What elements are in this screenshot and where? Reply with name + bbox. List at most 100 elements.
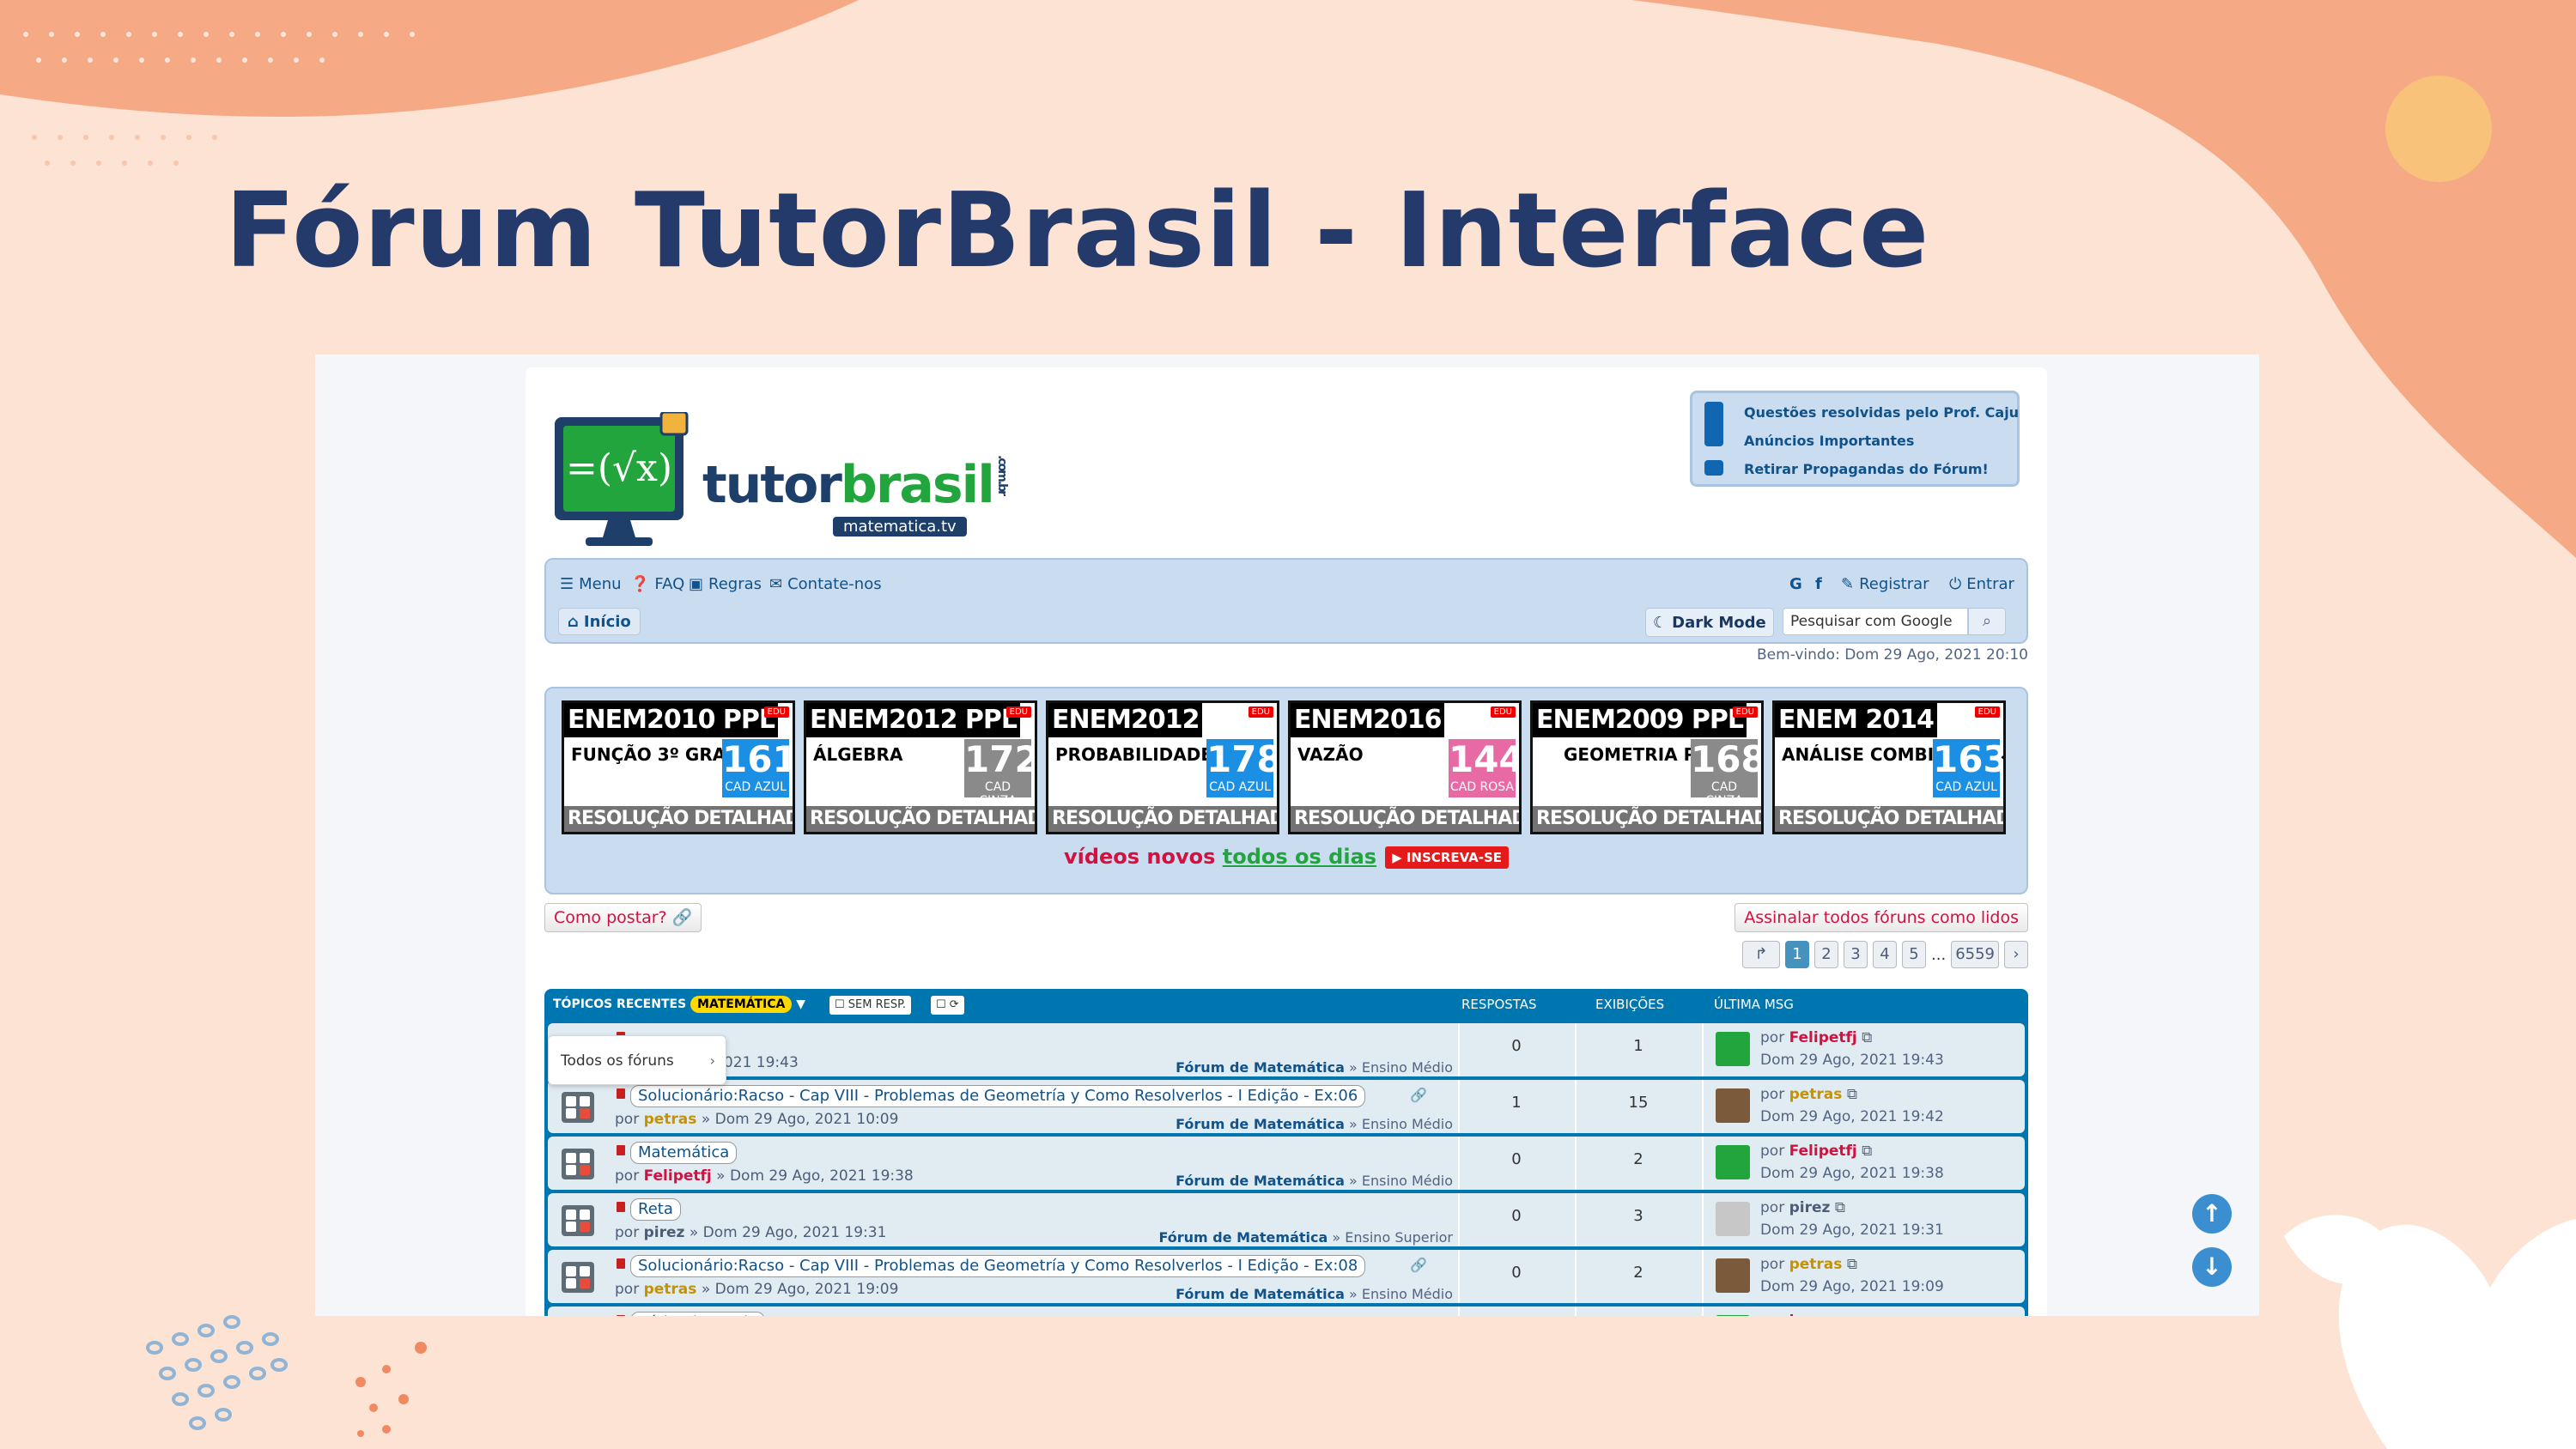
forum-link[interactable]: Fórum de Matemática xyxy=(1176,1059,1345,1076)
logo-tag: matematica.tv xyxy=(833,517,967,537)
logo-word-brasil: brasil xyxy=(840,455,995,515)
forum-link[interactable]: Fórum de Matemática xyxy=(1176,1116,1345,1132)
topic-title-link[interactable]: Solucionário:Racso - Cap VIII - Problema… xyxy=(630,1085,1366,1107)
forum-link[interactable]: Fórum de Matemática xyxy=(1176,1173,1345,1189)
topic-title-link[interactable]: Matemática xyxy=(630,1142,738,1164)
facebook-login-icon[interactable]: f xyxy=(1815,575,1822,593)
view-latest-icon[interactable]: ⧉ xyxy=(1835,1199,1845,1216)
last-post-prefix: por xyxy=(1760,1199,1785,1216)
topic-row[interactable]: Solucionário:Racso - Cap VIII - Problema… xyxy=(548,1080,2025,1133)
topic-type-icon xyxy=(617,1202,625,1212)
last-post-date: Dom 29 Ago, 2021 19:09 xyxy=(1760,1278,1944,1295)
topic-row[interactable]: Matemática por Felipetfj » Dom 29 Ago, 20… xyxy=(548,1137,2025,1190)
next-page-button[interactable]: › xyxy=(2004,941,2028,968)
view-latest-icon[interactable]: ⧉ xyxy=(1847,1086,1857,1103)
videos-tagline[interactable]: vídeos novos todos os dias ▶ INSCREVA-SE xyxy=(546,845,2026,869)
refresh-toggle[interactable]: ☐ ⟳ xyxy=(931,996,964,1015)
last-post-author-link[interactable]: Felipetfj xyxy=(1789,1143,1857,1160)
topic-author-link[interactable]: Felipetfj xyxy=(644,1167,712,1185)
last-post-author-link[interactable]: petras xyxy=(1789,1086,1843,1103)
thumbnail-number: 161 CAD AZUL xyxy=(722,739,793,797)
avatar[interactable] xyxy=(1716,1145,1750,1179)
register-label: Registrar xyxy=(1859,575,1929,593)
topic-author-link[interactable]: pirez xyxy=(644,1224,685,1241)
mark-read-button[interactable]: Assinalar todos fóruns como lidos xyxy=(1735,903,2028,932)
thumbnail-caderno: CAD ROSA xyxy=(1449,780,1515,794)
forum-filter-tooltip[interactable]: Todos os fóruns › xyxy=(548,1035,726,1085)
dark-mode-label: Dark Mode xyxy=(1672,613,1766,632)
last-post-author-link[interactable]: pirez xyxy=(1789,1199,1831,1216)
topic-row[interactable]: Reta por pirez » Dom 29 Ago, 2021 19:31 Fó… xyxy=(548,1193,2025,1246)
page-5[interactable]: 5 xyxy=(1902,941,1927,968)
home-button[interactable]: ⌂ Início xyxy=(558,608,641,635)
avatar[interactable] xyxy=(1716,1315,1750,1316)
subforum-link[interactable]: Ensino Médio xyxy=(1362,1059,1453,1076)
avatar[interactable] xyxy=(1716,1088,1750,1123)
video-thumbnail[interactable]: ENEM2010 PPL EDU FUNÇÃO 3º GRAU 161 CAD AZUL… xyxy=(562,700,795,834)
topic-author-link[interactable]: petras xyxy=(644,1281,697,1298)
avatar[interactable] xyxy=(1716,1202,1750,1236)
last-post-prefix: por xyxy=(1760,1086,1785,1103)
subscribe-button[interactable]: ▶ INSCREVA-SE xyxy=(1385,846,1510,869)
google-login-icon[interactable]: G xyxy=(1789,575,1802,593)
last-post-author-link[interactable]: petras xyxy=(1789,1256,1843,1273)
scroll-down-button[interactable]: ↓ xyxy=(2192,1247,2232,1287)
search-input[interactable]: Pesquisar com Google xyxy=(1783,608,1968,635)
no-reply-toggle[interactable]: ☐ SEM RESP. xyxy=(829,996,912,1015)
forum-separator: » xyxy=(1349,1116,1358,1132)
last-post-author-link[interactable]: Felipetfj xyxy=(1789,1029,1857,1046)
how-to-post-button[interactable]: Como postar? 🔗 xyxy=(544,903,702,932)
avatar[interactable] xyxy=(1716,1258,1750,1293)
video-thumbnail[interactable]: ENEM2016 EDU VAZÃO 144 CAD ROSA RESOLUÇÃO DET… xyxy=(1288,700,1522,834)
thumbnail-number-value: 163 xyxy=(1933,738,2006,780)
filter-dropdown-icon[interactable]: ▼ xyxy=(796,997,805,1011)
subforum-link[interactable]: Ensino Superior xyxy=(1345,1229,1453,1246)
register-link[interactable]: ✎ Registrar xyxy=(1841,575,1929,593)
topic-row[interactable]: Dom 29 Ago, 2021 19:43 Fórum de Matemátic… xyxy=(548,1023,2025,1076)
jump-to-page-button[interactable]: ↱ xyxy=(1742,941,1781,968)
forum-link[interactable]: Fórum de Matemática xyxy=(1176,1286,1345,1302)
page-4[interactable]: 4 xyxy=(1873,941,1898,968)
notice-link-remove-ads[interactable]: Retirar Propagandas do Fórum! xyxy=(1744,461,1989,477)
forum-link[interactable]: Fórum de Matemática xyxy=(1159,1229,1328,1246)
forum-filter-select[interactable]: MATEMÁTICA xyxy=(690,996,793,1013)
avatar[interactable] xyxy=(1716,1032,1750,1066)
checkbox-icon: ☐ xyxy=(835,998,845,1011)
page-2[interactable]: 2 xyxy=(1814,941,1839,968)
scroll-up-button[interactable]: ↑ xyxy=(2192,1194,2232,1234)
subforum-link[interactable]: Ensino Médio xyxy=(1362,1116,1453,1132)
topic-title-link[interactable]: Série Alternada xyxy=(630,1312,766,1316)
last-post-author-link[interactable]: bonoone xyxy=(1789,1313,1861,1316)
view-latest-icon[interactable]: ⧉ xyxy=(1865,1313,1875,1316)
rules-link[interactable]: ▣ Regras xyxy=(689,575,762,593)
dark-mode-button[interactable]: ☾ Dark Mode xyxy=(1645,608,1774,637)
search-button[interactable]: ⌕ xyxy=(1968,608,2006,635)
views-count: 3 xyxy=(1633,1207,1643,1225)
login-link[interactable]: ⏻ Entrar xyxy=(1949,575,2014,593)
view-latest-icon[interactable]: ⧉ xyxy=(1862,1143,1872,1160)
replies-count: 0 xyxy=(1511,1264,1522,1282)
subforum-link[interactable]: Ensino Médio xyxy=(1362,1286,1453,1302)
last-post-date: Dom 29 Ago, 2021 19:31 xyxy=(1760,1222,1944,1239)
page-3[interactable]: 3 xyxy=(1844,941,1868,968)
page-last[interactable]: 6559 xyxy=(1951,941,1999,968)
topic-row[interactable]: Solucionário:Racso - Cap VIII - Problema… xyxy=(548,1250,2025,1303)
thumbnail-topic: VAZÃO xyxy=(1297,744,1364,765)
video-thumbnail[interactable]: ENEM2009 PPL EDU GEOMETRIA PLANA 168 CAD CIN… xyxy=(1530,700,1764,834)
view-latest-icon[interactable]: ⧉ xyxy=(1847,1256,1857,1273)
view-latest-icon[interactable]: ⧉ xyxy=(1862,1029,1872,1046)
contact-link[interactable]: ✉ Contate-nos xyxy=(769,575,882,593)
notice-link-announcements[interactable]: Anúncios Importantes xyxy=(1744,433,1914,449)
topic-title-link[interactable]: Reta xyxy=(630,1198,681,1221)
subforum-link[interactable]: Ensino Médio xyxy=(1362,1173,1453,1189)
topic-title-link[interactable]: Solucionário:Racso - Cap VIII - Problema… xyxy=(630,1255,1366,1277)
notice-link-solved[interactable]: Questões resolvidas pelo Prof. Caju xyxy=(1744,404,2019,421)
page-1[interactable]: 1 xyxy=(1785,941,1810,968)
topic-row[interactable]: Série Alternada » por bonoone ⧉ xyxy=(548,1307,2025,1316)
video-thumbnail[interactable]: ENEM2012 PPL EDU ÁLGEBRA 172 CAD CINZA RESOLU… xyxy=(804,700,1037,834)
topic-author-link[interactable]: petras xyxy=(644,1111,697,1128)
faq-link[interactable]: ❓ FAQ xyxy=(630,575,684,593)
video-thumbnail[interactable]: ENEM2012 EDU PROBABILIDADE 178 CAD AZUL RESOL… xyxy=(1046,700,1279,834)
video-thumbnail[interactable]: ENEM 2014 EDU ANÁLISE COMBINATÓRIA 163 CAD A… xyxy=(1772,700,2006,834)
menu-link[interactable]: ☰ Menu xyxy=(560,575,622,593)
